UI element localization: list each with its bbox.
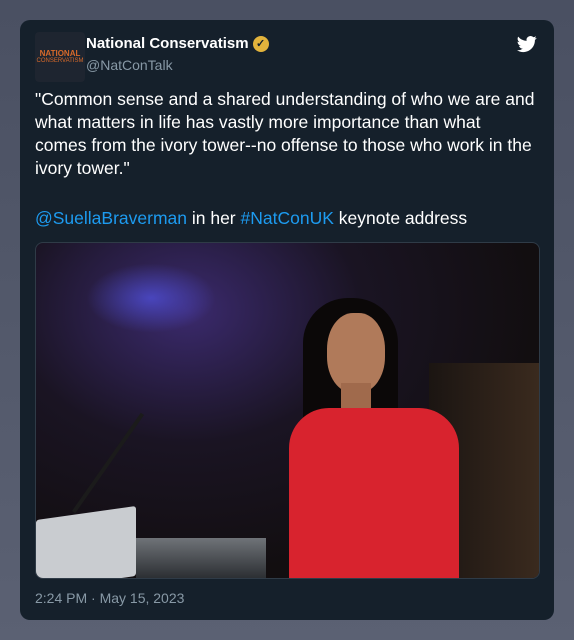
lectern-panel <box>36 505 136 578</box>
tweet-text: "Common sense and a shared understanding… <box>35 89 535 178</box>
hashtag-link[interactable]: #NatConUK <box>241 208 334 228</box>
avatar-text-line1: NATIONAL <box>39 48 81 58</box>
tweet-timestamp[interactable]: 2:24 PM · May 15, 2023 <box>35 590 184 606</box>
author-display-name[interactable]: National Conservatism <box>86 35 249 52</box>
author-name-row: National Conservatism ✓ <box>86 35 269 52</box>
avatar-text-line2: CONSERVATISM <box>36 57 84 64</box>
verified-badge-icon: ✓ <box>252 35 269 52</box>
tweet-attribution: @SuellaBraverman in her #NatConUK keynot… <box>35 207 535 230</box>
tweet-photo[interactable] <box>35 242 540 579</box>
avatar[interactable]: NATIONAL CONSERVATISM <box>35 32 85 82</box>
twitter-bird-icon[interactable] <box>516 34 538 54</box>
microphone <box>71 412 145 514</box>
lectern-rail <box>136 538 266 578</box>
attribution-connector: in her <box>187 208 241 228</box>
speaker-dress <box>289 408 459 578</box>
attribution-suffix: keynote address <box>333 208 468 228</box>
mention-link[interactable]: @SuellaBraverman <box>35 208 187 228</box>
tweet-card: NATIONAL CONSERVATISM National Conservat… <box>20 20 554 620</box>
stage-light <box>86 263 216 333</box>
author-handle[interactable]: @NatConTalk <box>86 57 173 73</box>
speaker-face <box>327 313 385 393</box>
